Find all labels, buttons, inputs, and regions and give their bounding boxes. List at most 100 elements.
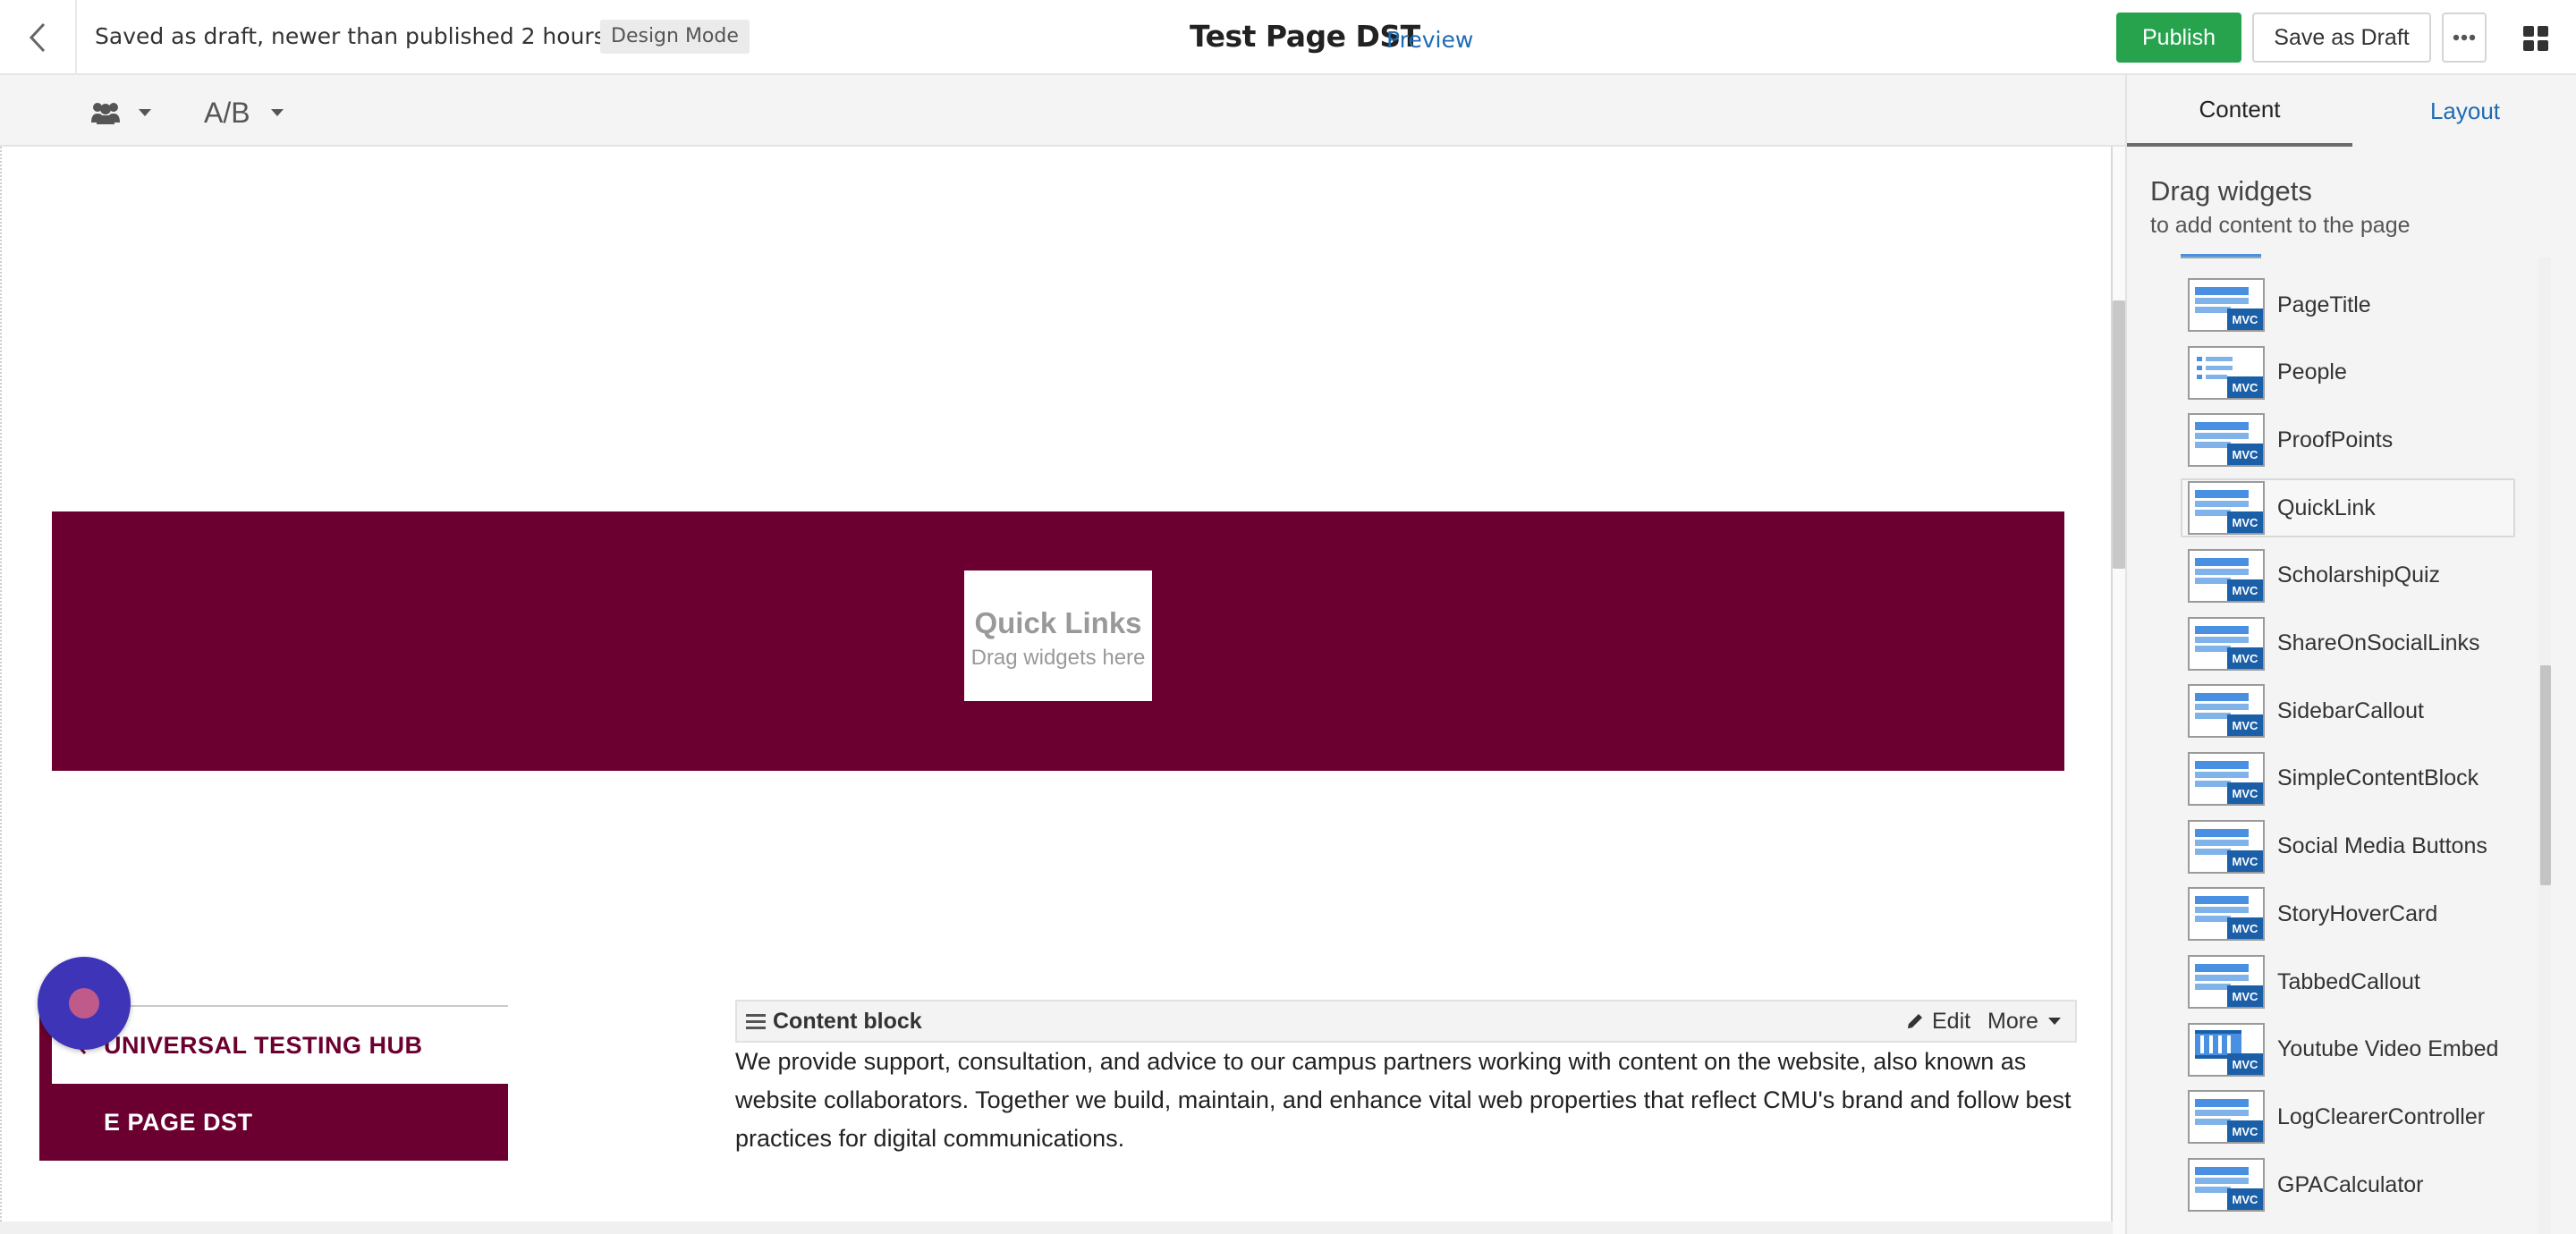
- panel-header: Drag widgets to add content to the page: [2150, 175, 2411, 239]
- widget-name: TabbedCallout: [2277, 968, 2420, 994]
- widget-name: Youtube Video Embed: [2277, 1036, 2499, 1062]
- hero-banner: Quick Links Drag widgets here: [52, 511, 2064, 771]
- widget-item[interactable]: MVC SimpleContentBlock: [2181, 749, 2515, 808]
- mvc-widget-icon: MVC: [2188, 413, 2265, 468]
- caret-down-icon: [2047, 1018, 2061, 1025]
- page-title: Test Page DST: [1190, 19, 1420, 54]
- widget-name: GPACalculator: [2277, 1171, 2424, 1197]
- persona-selector[interactable]: [89, 95, 152, 131]
- mvc-widget-icon: MVC: [2188, 1158, 2265, 1213]
- users-icon: [91, 103, 120, 124]
- content-block-body[interactable]: We provide support, consultation, and ad…: [735, 1043, 2077, 1158]
- back-button[interactable]: [0, 0, 77, 75]
- mvc-list-widget-icon: MVC: [2188, 345, 2265, 400]
- widget-name: Social Media Buttons: [2277, 833, 2487, 859]
- editor-toolbar: A/B: [0, 75, 2125, 147]
- content-block-more-button[interactable]: More: [1987, 1005, 2062, 1037]
- content-block-toolbar: Content block Edit More: [735, 1000, 2077, 1043]
- widget-panel: Content Layout Drag widgets to add conte…: [2125, 75, 2576, 1234]
- widget-item[interactable]: MVC ShareOnSocialLinks: [2181, 614, 2515, 673]
- svg-text:MVC: MVC: [2233, 1125, 2259, 1138]
- widget-name: PageTitle: [2277, 292, 2371, 317]
- chat-launcher-button[interactable]: [38, 957, 131, 1050]
- svg-text:MVC: MVC: [2233, 516, 2259, 529]
- widget-name: StoryHoverCard: [2277, 900, 2438, 926]
- caret-down-icon: [139, 109, 151, 116]
- svg-text:MVC: MVC: [2233, 584, 2259, 597]
- widget-name: People: [2277, 359, 2347, 385]
- content-block-edit-button[interactable]: Edit: [1905, 1005, 1970, 1037]
- widget-item[interactable]: MVC StoryHoverCard: [2181, 884, 2515, 943]
- widget-name: SimpleContentBlock: [2277, 765, 2479, 791]
- chevron-left-icon: [29, 22, 46, 53]
- panel-heading: Drag widgets: [2150, 175, 2312, 207]
- mvc-video-widget-icon: MVC: [2188, 1022, 2265, 1077]
- widget-name: ProofPoints: [2277, 427, 2394, 452]
- panel-subheading: to add content to the page: [2150, 213, 2411, 238]
- publish-button[interactable]: Publish: [2116, 13, 2241, 63]
- widget-list-scroll-thumb[interactable]: [2540, 665, 2551, 885]
- svg-text:MVC: MVC: [2233, 652, 2259, 665]
- nav-current-page[interactable]: E PAGE DST: [39, 1084, 508, 1161]
- mvc-widget-icon: MVC: [2188, 751, 2265, 806]
- widget-item[interactable]: MVC ScholarshipQuiz: [2181, 546, 2515, 605]
- svg-text:MVC: MVC: [2233, 922, 2259, 935]
- top-bar: Saved as draft, newer than published 2 h…: [0, 0, 2576, 75]
- ellipsis-icon: [2453, 34, 2476, 41]
- widget-item[interactable]: MVC Social Media Buttons: [2181, 817, 2515, 876]
- nav-parent-label: UNIVERSAL TESTING HUB: [104, 1031, 423, 1059]
- widget-name: ScholarshipQuiz: [2277, 562, 2441, 588]
- widget-item[interactable]: MVC PageTitle: [2181, 275, 2515, 334]
- widget-item[interactable]: MVC LogClearerController: [2181, 1087, 2515, 1146]
- content-block-title: Content block: [773, 1009, 922, 1034]
- svg-text:MVC: MVC: [2233, 448, 2259, 461]
- page-canvas: Quick Links Drag widgets here UNIVERSAL …: [0, 147, 2113, 1221]
- widget-item[interactable]: MVC Youtube Video Embed: [2181, 1020, 2515, 1079]
- svg-text:MVC: MVC: [2233, 990, 2259, 1003]
- svg-text:MVC: MVC: [2233, 1193, 2259, 1206]
- more-actions-button[interactable]: [2442, 13, 2487, 63]
- draft-status-text: Saved as draft, newer than published 2 h…: [95, 23, 655, 49]
- apps-grid-button[interactable]: [2515, 18, 2556, 59]
- canvas-vertical-scrollbar[interactable]: [2113, 300, 2125, 569]
- preview-link[interactable]: Preview: [1386, 25, 1473, 55]
- svg-text:MVC: MVC: [2233, 855, 2259, 868]
- widget-item[interactable]: MVC QuickLink: [2181, 478, 2515, 538]
- mvc-widget-icon: MVC: [2188, 955, 2265, 1009]
- svg-text:MVC: MVC: [2233, 719, 2259, 732]
- canvas-horizontal-scrollbar[interactable]: [0, 1221, 2113, 1234]
- drag-handle-icon[interactable]: [746, 1012, 766, 1030]
- widget-item[interactable]: MVC SidebarCallout: [2181, 681, 2515, 740]
- widget-icon-partial: [2181, 254, 2261, 258]
- chat-icon: [69, 988, 99, 1018]
- ab-test-selector[interactable]: A/B: [204, 93, 284, 132]
- mvc-widget-icon: MVC: [2188, 548, 2265, 603]
- widget-name: LogClearerController: [2277, 1103, 2486, 1129]
- quick-links-hint: Drag widgets here: [970, 646, 1146, 670]
- mvc-widget-icon: MVC: [2188, 887, 2265, 942]
- widget-name: ShareOnSocialLinks: [2277, 630, 2480, 655]
- svg-text:MVC: MVC: [2233, 1058, 2259, 1071]
- mvc-widget-icon: MVC: [2188, 616, 2265, 671]
- svg-text:MVC: MVC: [2233, 313, 2259, 326]
- widget-item[interactable]: MVC GPACalculator: [2181, 1155, 2515, 1214]
- nav-current-label: E PAGE DST: [104, 1108, 253, 1136]
- mvc-widget-icon: MVC: [2188, 819, 2265, 874]
- mvc-widget-icon: MVC: [2188, 1090, 2265, 1145]
- quick-links-dropzone[interactable]: Quick Links Drag widgets here: [964, 571, 1152, 701]
- widget-item[interactable]: MVC People: [2181, 343, 2515, 402]
- widget-item[interactable]: MVC ProofPoints: [2181, 410, 2515, 469]
- save-as-draft-button[interactable]: Save as Draft: [2252, 13, 2431, 63]
- content-block-edit-label: Edit: [1932, 1008, 1971, 1034]
- ab-test-label: A/B: [204, 96, 250, 129]
- mvc-widget-icon: MVC: [2188, 278, 2265, 332]
- mvc-widget-icon: MVC: [2188, 481, 2265, 536]
- quick-links-title: Quick Links: [974, 606, 1142, 639]
- tab-layout[interactable]: Layout: [2352, 75, 2576, 147]
- pencil-icon: [1908, 1014, 1922, 1028]
- widget-name: QuickLink: [2277, 494, 2376, 520]
- widget-list: MVC PageTitle MVC People MVC ProofPoints MVC Qu…: [2181, 254, 2521, 1234]
- tab-content[interactable]: Content: [2127, 75, 2352, 147]
- widget-item[interactable]: MVC TabbedCallout: [2181, 952, 2515, 1011]
- mvc-widget-icon: MVC: [2188, 684, 2265, 739]
